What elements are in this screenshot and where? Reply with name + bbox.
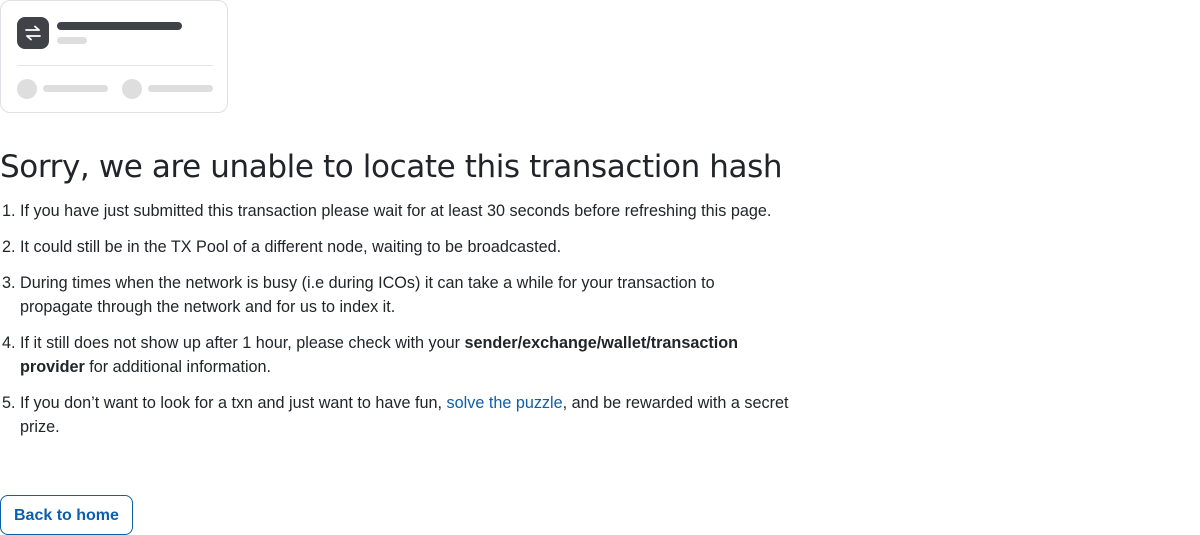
placeholder-text-bar [43,85,108,92]
placeholder-subtitle-bar [57,37,87,44]
list-item-text: If it still does not show up after 1 hou… [20,334,465,352]
placeholder-text-bar [148,85,213,92]
swap-arrows-icon [17,17,49,49]
list-item-text: During times when the network is busy (i… [20,274,715,316]
transaction-illustration-card [0,0,228,113]
list-item: If you don’t want to look for a txn and … [20,391,790,439]
placeholder-title-bar [57,22,182,30]
list-item: If it still does not show up after 1 hou… [20,331,790,379]
page-title: Sorry, we are unable to locate this tran… [0,149,783,185]
solve-puzzle-link[interactable]: solve the puzzle [447,394,563,412]
list-item: It could still be in the TX Pool of a di… [20,235,790,259]
list-item: If you have just submitted this transact… [20,199,790,223]
page: Sorry, we are unable to locate this tran… [0,0,1200,535]
list-item-text: If you don’t want to look for a txn and … [20,394,447,412]
card-divider [17,65,213,66]
reasons-list: If you have just submitted this transact… [0,199,790,451]
list-item-text: If you have just submitted this transact… [20,202,772,220]
list-item: During times when the network is busy (i… [20,271,790,319]
list-item-text: It could still be in the TX Pool of a di… [20,238,562,256]
list-item-text: for additional information. [84,358,272,376]
placeholder-avatar-dot [122,79,142,99]
back-to-home-button[interactable]: Back to home [0,495,133,535]
placeholder-avatar-dot [17,79,37,99]
